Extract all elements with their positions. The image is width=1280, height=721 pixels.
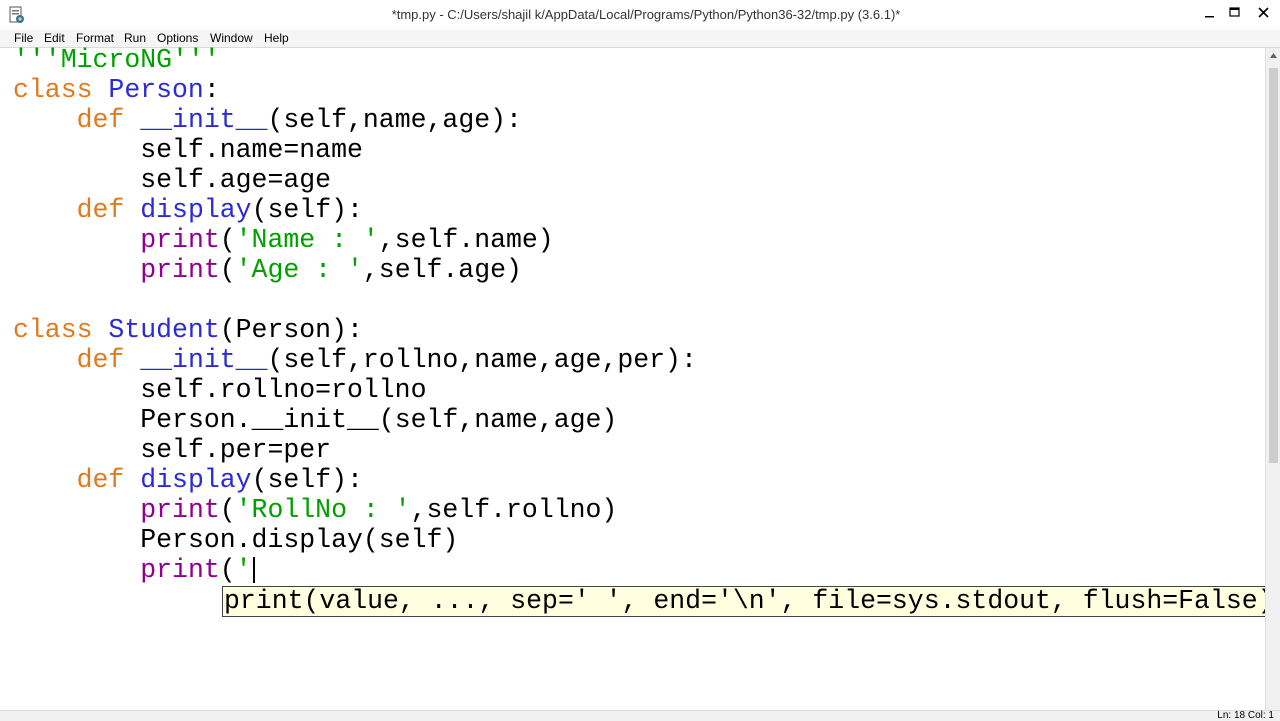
keyword-def: def bbox=[76, 105, 125, 135]
string-literal: 'RollNo : ' bbox=[235, 495, 411, 525]
close-button[interactable] bbox=[1250, 2, 1280, 24]
args: ,self.age) bbox=[362, 255, 522, 285]
method-name-display: display bbox=[140, 195, 252, 225]
base-class: (Person): bbox=[219, 315, 363, 345]
keyword-def: def bbox=[76, 195, 125, 225]
params: (self,rollno,name,age,per): bbox=[267, 345, 697, 375]
init-call: __init__ bbox=[251, 405, 379, 435]
args: ,self.name) bbox=[378, 225, 554, 255]
builtin-print: print bbox=[140, 555, 220, 585]
code-line-13: Person.__init__(self,name,age) bbox=[13, 405, 617, 435]
string-literal: 'Name : ' bbox=[235, 225, 379, 255]
calltip-tooltip: print(value, ..., sep=' ', end='\n', fil… bbox=[222, 586, 1280, 617]
statement: Person. bbox=[140, 405, 252, 435]
minimize-icon bbox=[1205, 16, 1214, 18]
args: (self,name,age) bbox=[378, 405, 618, 435]
scroll-thumb[interactable] bbox=[1269, 68, 1278, 463]
code-line-4: self.name=name bbox=[13, 135, 363, 165]
maximize-icon bbox=[1229, 7, 1240, 17]
minimize-button[interactable] bbox=[1196, 2, 1224, 24]
close-icon bbox=[1258, 7, 1269, 18]
code-line-6: def display(self): bbox=[13, 195, 363, 225]
menu-file[interactable]: File bbox=[14, 31, 33, 45]
code-line-10: class Student(Person): bbox=[13, 315, 363, 345]
menu-run[interactable]: Run bbox=[124, 31, 146, 45]
text-cursor bbox=[252, 557, 255, 583]
statement: self.rollno=rollno bbox=[140, 375, 427, 405]
class-name-person: Person bbox=[108, 75, 204, 105]
menu-options[interactable]: Options bbox=[157, 31, 198, 45]
method-name-init: __init__ bbox=[140, 345, 268, 375]
code-line-17: Person.display(self) bbox=[13, 525, 458, 555]
line-col-indicator: Ln: 18 Col: 1 bbox=[1217, 710, 1274, 721]
code-line-18: print(' bbox=[13, 555, 255, 585]
colon: : bbox=[203, 75, 220, 105]
string-literal: 'Age : ' bbox=[235, 255, 363, 285]
menu-format[interactable]: Format bbox=[76, 31, 114, 45]
statement: Person.display(self) bbox=[140, 525, 459, 555]
args: ,self.rollno) bbox=[410, 495, 618, 525]
method-name-display: display bbox=[140, 465, 252, 495]
code-line-3: def __init__(self,name,age): bbox=[13, 105, 522, 135]
params: (self,name,age): bbox=[267, 105, 522, 135]
maximize-button[interactable] bbox=[1221, 2, 1249, 24]
code-line-2: class Person: bbox=[13, 75, 220, 105]
paren: ( bbox=[219, 225, 236, 255]
code-line-15: def display(self): bbox=[13, 465, 363, 495]
statement: self.age=age bbox=[140, 165, 332, 195]
code-line-11: def __init__(self,rollno,name,age,per): bbox=[13, 345, 697, 375]
params: (self): bbox=[251, 195, 363, 225]
keyword-def: def bbox=[76, 345, 125, 375]
code-line-14: self.per=per bbox=[13, 435, 331, 465]
statement: self.name=name bbox=[140, 135, 363, 165]
paren: ( bbox=[219, 255, 236, 285]
statement: self.per=per bbox=[140, 435, 332, 465]
docstring: '''MicroNG''' bbox=[13, 45, 220, 75]
menu-window[interactable]: Window bbox=[210, 31, 253, 45]
keyword-def: def bbox=[76, 465, 125, 495]
keyword-class: class bbox=[13, 315, 93, 345]
title-bar: *tmp.py - C:/Users/shajil k/AppData/Loca… bbox=[0, 0, 1280, 31]
paren: ( bbox=[219, 555, 236, 585]
class-name-student: Student bbox=[108, 315, 220, 345]
keyword-class: class bbox=[13, 75, 93, 105]
status-bar: Ln: 18 Col: 1 bbox=[0, 710, 1280, 721]
menu-help[interactable]: Help bbox=[264, 31, 289, 45]
code-line-1: '''MicroNG''' bbox=[13, 45, 220, 75]
code-line-8: print('Age : ',self.age) bbox=[13, 255, 522, 285]
vertical-scrollbar[interactable] bbox=[1265, 48, 1280, 710]
code-line-7: print('Name : ',self.name) bbox=[13, 225, 554, 255]
code-line-16: print('RollNo : ',self.rollno) bbox=[13, 495, 617, 525]
paren: ( bbox=[219, 495, 236, 525]
string-literal: ' bbox=[235, 555, 252, 585]
builtin-print: print bbox=[140, 225, 220, 255]
builtin-print: print bbox=[140, 255, 220, 285]
code-line-12: self.rollno=rollno bbox=[13, 375, 426, 405]
scroll-up-arrow-icon[interactable] bbox=[1269, 52, 1278, 60]
params: (self): bbox=[251, 465, 363, 495]
window-title: *tmp.py - C:/Users/shajil k/AppData/Loca… bbox=[391, 7, 901, 22]
menu-edit[interactable]: Edit bbox=[44, 31, 65, 45]
method-name-init: __init__ bbox=[140, 105, 268, 135]
code-line-5: self.age=age bbox=[13, 165, 331, 195]
builtin-print: print bbox=[140, 495, 220, 525]
